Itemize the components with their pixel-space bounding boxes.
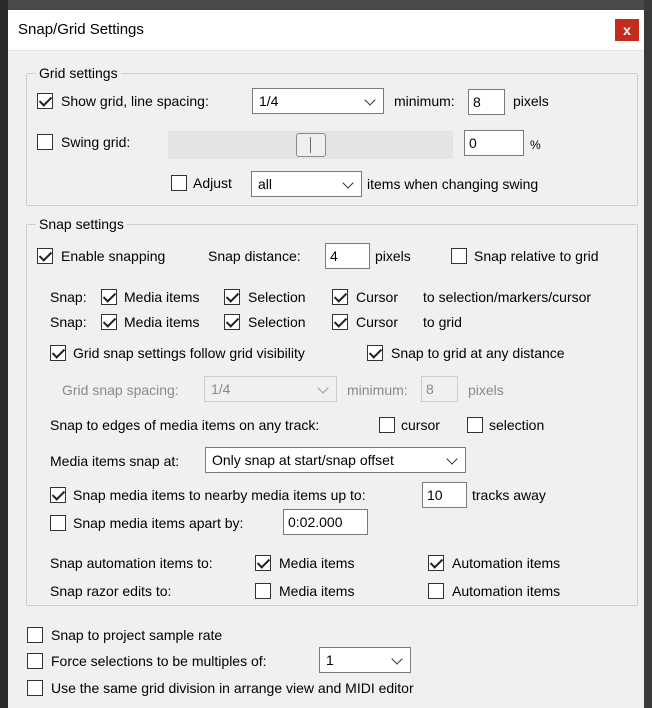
automation-auto-label: Automation items [452, 555, 561, 571]
snap-edges-selection-label: selection [489, 417, 545, 433]
snap-row2-suffix: to grid [423, 314, 462, 330]
enable-snapping-label: Enable snapping [61, 248, 166, 264]
grid-pixels-label: pixels [513, 93, 549, 109]
adjust-suffix-label: items when changing swing [367, 176, 539, 192]
any-distance-checkbox[interactable] [367, 345, 383, 361]
grid-snap-spacing-select[interactable]: 1/4 [204, 376, 337, 402]
automation-label: Snap automation items to: [50, 555, 213, 571]
apart-input[interactable]: 0:02.000 [283, 509, 368, 535]
snap-row2-media-label: Media items [124, 314, 200, 330]
nearby-input[interactable]: 10 [422, 482, 467, 508]
media-snap-value: Only snap at start/snap offset [212, 452, 394, 468]
snap-distance-label: Snap distance: [208, 248, 301, 264]
razor-media-checkbox[interactable] [255, 583, 271, 599]
snap-row1-cursor-label: Cursor [356, 289, 399, 305]
show-grid-label: Show grid, line spacing: [61, 93, 209, 109]
window-left-edge [0, 0, 8, 708]
force-multiples-value: 1 [326, 652, 334, 668]
swing-value-input[interactable]: 0 [464, 130, 524, 156]
snap-row1-selection-checkbox[interactable] [224, 289, 240, 305]
razor-label: Snap razor edits to: [50, 583, 172, 599]
window-top-edge [0, 0, 652, 10]
snap-row1-cursor-checkbox[interactable] [332, 289, 348, 305]
sample-rate-checkbox[interactable] [27, 627, 43, 643]
follow-visibility-label: Grid snap settings follow grid visibilit… [73, 345, 305, 361]
chevron-down-icon [342, 177, 354, 189]
snap-row1-media-label: Media items [124, 289, 200, 305]
grid-minimum-input[interactable]: 8 [468, 89, 505, 115]
sample-rate-label: Snap to project sample rate [51, 627, 223, 643]
line-spacing-select[interactable]: 1/4 [252, 88, 384, 114]
swing-percent-label: % [530, 138, 541, 152]
follow-visibility-checkbox[interactable] [50, 345, 66, 361]
snap-edges-cursor-checkbox[interactable] [379, 417, 395, 433]
adjust-label: Adjust [193, 175, 232, 191]
snap-edges-cursor-label: cursor [401, 417, 440, 433]
force-multiples-checkbox[interactable] [27, 653, 43, 669]
grid-minimum-label: minimum: [394, 93, 455, 109]
same-grid-checkbox[interactable] [27, 680, 43, 696]
nearby-label: Snap media items to nearby media items u… [73, 487, 366, 503]
show-grid-checkbox[interactable] [37, 93, 53, 109]
snap-row2-selection-checkbox[interactable] [224, 314, 240, 330]
razor-auto-checkbox[interactable] [428, 583, 444, 599]
snap-row2-media-checkbox[interactable] [101, 314, 117, 330]
apart-checkbox[interactable] [50, 515, 66, 531]
adjust-select-value: all [258, 176, 273, 192]
razor-auto-label: Automation items [452, 583, 561, 599]
snap-row1-suffix: to selection/markers/cursor [423, 289, 592, 305]
snap-distance-input[interactable]: 4 [325, 243, 370, 269]
automation-auto-checkbox[interactable] [428, 555, 444, 571]
automation-media-checkbox[interactable] [255, 555, 271, 571]
snap-row2-selection-label: Selection [248, 314, 306, 330]
grid-snap-spacing-value: 1/4 [211, 381, 231, 397]
snap-row1-media-checkbox[interactable] [101, 289, 117, 305]
snap-distance-unit: pixels [375, 248, 411, 264]
grid-snap-min-input[interactable]: 8 [421, 376, 458, 402]
any-distance-label: Snap to grid at any distance [391, 345, 565, 361]
chevron-down-icon [317, 382, 329, 394]
swing-slider-thumb[interactable] [296, 133, 326, 157]
enable-snapping-checkbox[interactable] [37, 248, 53, 264]
grid-snap-spacing-label: Grid snap spacing: [62, 382, 179, 398]
snap-row1-selection-label: Selection [248, 289, 306, 305]
snap-edges-label: Snap to edges of media items on any trac… [50, 417, 320, 433]
automation-media-label: Media items [279, 555, 355, 571]
snap-row2-prefix: Snap: [50, 314, 87, 330]
snap-edges-selection-checkbox[interactable] [467, 417, 483, 433]
window-right-edge [644, 0, 652, 708]
grid-settings-title: Grid settings [36, 65, 121, 81]
adjust-select[interactable]: all [251, 171, 362, 197]
force-multiples-label: Force selections to be multiples of: [51, 653, 267, 669]
grid-snap-min-label: minimum: [347, 382, 408, 398]
close-button[interactable]: x [615, 19, 639, 41]
apart-label: Snap media items apart by: [73, 515, 244, 531]
chevron-down-icon [364, 94, 376, 106]
swing-grid-label: Swing grid: [61, 134, 131, 150]
snap-row1-prefix: Snap: [50, 289, 87, 305]
snap-relative-label: Snap relative to grid [474, 248, 599, 264]
grid-snap-pixels-label: pixels [468, 382, 504, 398]
window-title: Snap/Grid Settings [18, 21, 144, 38]
snap-relative-checkbox[interactable] [451, 248, 467, 264]
nearby-checkbox[interactable] [50, 487, 66, 503]
swing-grid-checkbox[interactable] [37, 134, 53, 150]
same-grid-label: Use the same grid division in arrange vi… [51, 680, 414, 696]
snap-settings-title: Snap settings [36, 216, 127, 232]
media-snap-label: Media items snap at: [50, 453, 180, 469]
line-spacing-value: 1/4 [259, 93, 279, 109]
nearby-suffix: tracks away [472, 487, 546, 503]
chevron-down-icon [391, 653, 403, 665]
chevron-down-icon [446, 453, 458, 465]
adjust-checkbox[interactable] [171, 175, 187, 191]
media-snap-select[interactable]: Only snap at start/snap offset [205, 447, 466, 473]
snap-row2-cursor-checkbox[interactable] [332, 314, 348, 330]
snap-row2-cursor-label: Cursor [356, 314, 399, 330]
razor-media-label: Media items [279, 583, 355, 599]
force-multiples-select[interactable]: 1 [319, 647, 411, 673]
